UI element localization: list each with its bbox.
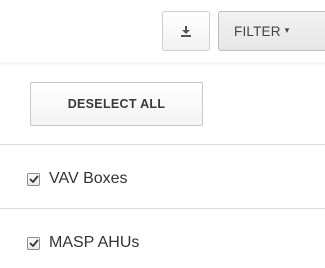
divider <box>0 144 325 145</box>
checkbox-vav-boxes[interactable] <box>27 172 40 186</box>
download-icon <box>180 25 192 37</box>
divider <box>0 208 325 209</box>
filter-button-label: FILTER <box>234 23 281 39</box>
checkbox-masp-ahus[interactable] <box>27 236 40 250</box>
caret-down-icon: ▾ <box>284 24 290 35</box>
filter-option-label: MASP AHUs <box>49 234 140 251</box>
filter-option-label: VAV Boxes <box>49 170 128 187</box>
toolbar: FILTER ▾ <box>0 0 325 62</box>
checkmark-icon <box>29 175 38 183</box>
panel-shadow <box>0 62 325 66</box>
filter-dropdown-button[interactable]: FILTER ▾ <box>218 11 325 51</box>
checkmark-icon <box>29 239 38 247</box>
filter-option-masp-ahus[interactable]: MASP AHUs <box>27 231 139 255</box>
screen: FILTER ▾ DESELECT ALL VAV Boxes MASP AHU… <box>0 0 325 268</box>
filter-option-vav-boxes[interactable]: VAV Boxes <box>27 167 128 191</box>
download-button[interactable] <box>162 11 210 51</box>
deselect-all-button[interactable]: DESELECT ALL <box>30 82 203 126</box>
